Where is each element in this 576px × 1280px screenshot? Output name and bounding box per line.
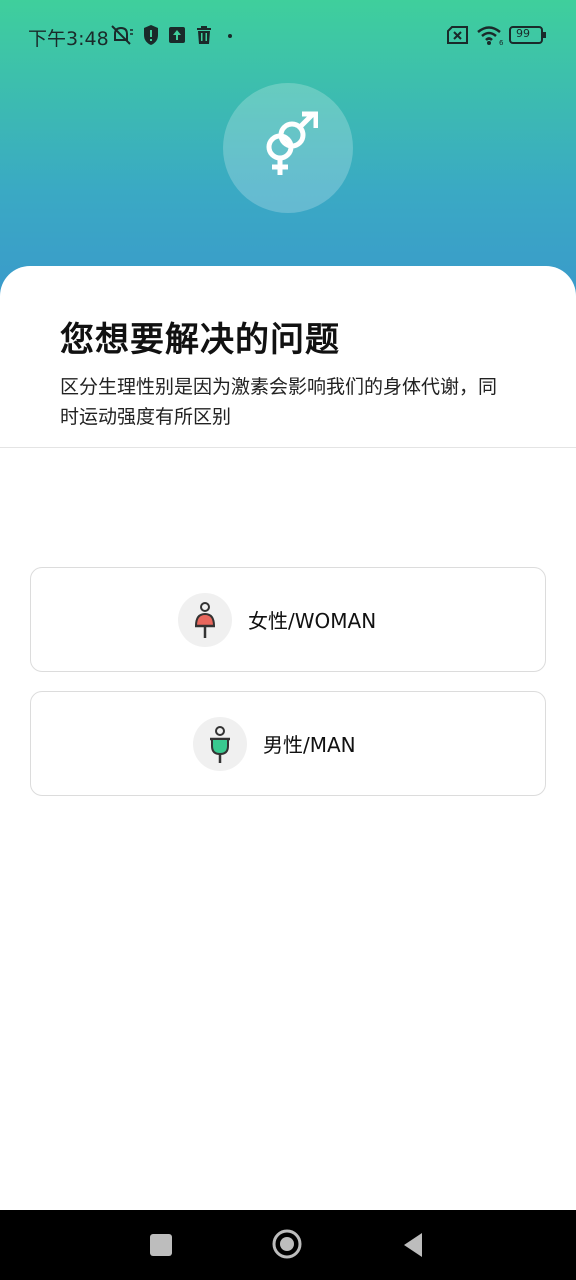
- svg-text:6: 6: [499, 39, 504, 46]
- status-time: 下午3:48: [28, 28, 109, 50]
- option-male-button[interactable]: 男性/MAN: [30, 691, 546, 796]
- male-icon: [193, 716, 247, 771]
- recents-button[interactable]: [150, 1234, 172, 1256]
- option-female-label: 女性/WOMAN: [248, 609, 377, 633]
- status-bar: 下午3:48 6 99: [0, 0, 576, 72]
- mute-icon: [111, 25, 133, 45]
- gender-icon: [266, 111, 318, 175]
- dot-icon: [228, 34, 232, 38]
- sim-icon: [447, 26, 468, 44]
- hero-circle: [223, 83, 353, 213]
- option-female-button[interactable]: 女性/WOMAN: [30, 567, 546, 672]
- option-male-label: 男性/MAN: [263, 733, 356, 757]
- upload-icon: [169, 27, 185, 43]
- battery-icon: 99: [509, 26, 546, 44]
- wifi-icon: 6: [477, 26, 504, 46]
- trash-icon: [197, 26, 211, 44]
- back-button[interactable]: [402, 1232, 424, 1258]
- shield-icon: [144, 25, 158, 45]
- female-icon: [178, 592, 232, 647]
- page-title: 您想要解决的问题: [60, 320, 340, 360]
- divider: [0, 447, 576, 448]
- page-description: 区分生理性别是因为激素会影响我们的身体代谢，同时运动强度有所区别: [60, 376, 498, 428]
- home-button[interactable]: [272, 1229, 302, 1259]
- battery-level: 99: [516, 27, 530, 40]
- navigation-bar: [0, 1210, 576, 1280]
